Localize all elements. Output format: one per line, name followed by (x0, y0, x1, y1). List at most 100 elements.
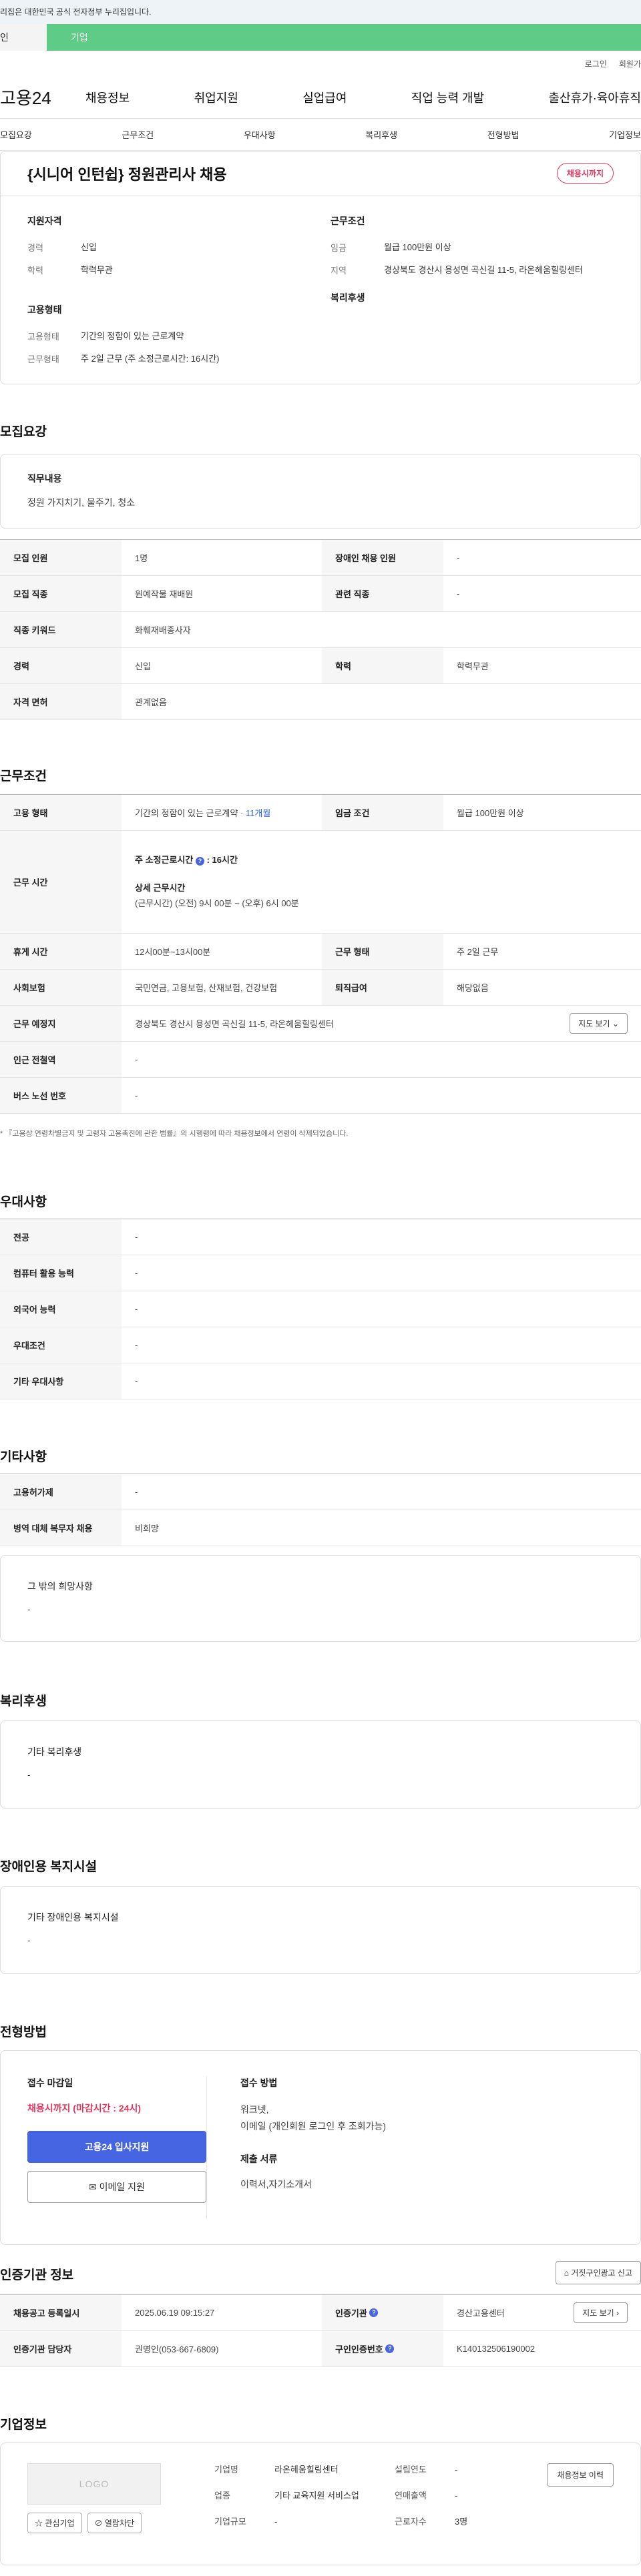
gnb-item-vocational-training[interactable]: 직업 능력 개발 (411, 89, 484, 106)
deadline-label: 접수 마감일 (27, 2077, 73, 2088)
mail-icon: ✉ (89, 2182, 97, 2192)
summary-header: {시니어 인턴쉽} 정원관리사 채용 채용시까지 (1, 151, 640, 196)
table-row: 자격 면허 관계없음 (0, 684, 641, 720)
gov-banner: 리집은 대한민국 공식 전자정부 누리집입니다. (0, 0, 641, 24)
block-view-button[interactable]: ⊘ 열람차단 (87, 2513, 142, 2533)
cert-table: 채용공고 등록일시 2025.06.19 09:15:27 인증기관 ? 경산고용… (0, 2294, 641, 2367)
summary-card: {시니어 인턴쉽} 정원관리사 채용 채용시까지 지원자격 경력 신입 학력 학력무… (0, 151, 641, 384)
company-col-1: 기업명 라온헤움힐링센터 업종 기타 교육지원 서비스업 기업규모 - (214, 2465, 359, 2527)
info-icon[interactable]: ? (195, 857, 204, 866)
anchor-recruit[interactable]: 모집요강 (0, 128, 32, 141)
table-row: 사회보험 국민연금, 고용보험, 산재보험, 건강보험 퇴직급여 해당없음 (0, 970, 641, 1006)
deadline-badge: 채용시까지 (556, 163, 614, 184)
site-logo[interactable]: 고용24 (0, 85, 85, 109)
apply-section-title: 전형방법 (0, 2025, 47, 2039)
table-row: 모집 인원 1명 장애인 채용 인원 - (0, 540, 641, 576)
deadline-value: 채용시까지 (마감시간 : 24시) (27, 2103, 142, 2114)
apply-box: 접수 마감일 채용시까지 (마감시간 : 24시) 고용24 입사지원 ✉ 이메… (0, 2050, 641, 2245)
summary-row: 지역 경상북도 경산시 용성면 곡신길 11-5, 라온헤움힐링센터 (331, 264, 583, 276)
cert-section-title: 인증기관 정보 (0, 2268, 74, 2282)
table-row: 직종 키워드 화훼재배종사자 (0, 612, 641, 648)
company-info: 기업명 라온헤움힐링센터 업종 기타 교육지원 서비스업 기업규모 - 설립연도 - 연… (214, 2463, 508, 2545)
join-link[interactable]: 회원가 (619, 58, 641, 69)
gnb-item-parental-leave[interactable]: 출산휴가·육아휴직 (549, 89, 641, 106)
summary-row: 경력 신입 (27, 242, 97, 253)
welfare-value: - (27, 1769, 31, 1780)
duty-label: 직무내용 (27, 473, 62, 484)
summary-row: 고용형태 기간의 정함이 있는 근로계약 (27, 331, 184, 342)
gnb-item-unemployment-benefit[interactable]: 실업급여 (302, 89, 347, 106)
member-type-tabs: 인 기업 (0, 24, 641, 51)
gnb-menu: 채용정보 취업지원 실업급여 직업 능력 개발 출산휴가·육아휴직 (85, 89, 641, 106)
job-history-button[interactable]: 채용정보 이력 (547, 2463, 614, 2487)
summary-row: 근무형태 주 2일 근무 (주 소정근로시간: 16시간) (27, 353, 220, 364)
method-value-2: 이메일 (개인회원 로그인 후 조회가능) (240, 2121, 387, 2132)
anchor-preference[interactable]: 우대사항 (244, 128, 276, 141)
company-logo: LOGO (27, 2463, 161, 2505)
apply-online-button[interactable]: 고용24 입사지원 (27, 2131, 206, 2163)
map-view-button[interactable]: 지도 보기 ⌄ (570, 1013, 628, 1034)
company-section-title: 기업정보 (0, 2418, 47, 2432)
apply-left: 접수 마감일 채용시까지 (마감시간 : 24시) 고용24 입사지원 ✉ 이메… (27, 2076, 206, 2219)
login-link[interactable]: 로그인 (585, 58, 607, 69)
section-anchor-nav: 모집요강 근무조건 우대사항 복리후생 전형방법 기업정보 (0, 119, 641, 151)
gnb-item-jobs[interactable]: 채용정보 (85, 89, 130, 106)
etc-section-title: 기타사항 (0, 1450, 47, 1464)
preference-table: 전공 - 컴퓨터 활용 능력 - 외국어 능력 - 우대조건 - 기타 우대사항 - (0, 1219, 641, 1399)
anchor-work[interactable]: 근무조건 (122, 128, 154, 141)
table-row: 인증기관 담당자 권명인(053-667-6809) 구인인증번호 ? K1401… (0, 2331, 641, 2367)
table-row: 버스 노선 번호 - (0, 1078, 641, 1114)
company-actions: ☆ 관심기업 ⊘ 열람차단 (27, 2513, 161, 2533)
job-title: {시니어 인턴쉽} 정원관리사 채용 (27, 166, 227, 183)
table-row: 병역 대체 복무자 채용 비희망 (0, 1510, 641, 1546)
other-wishes-box: 그 밖의 희망사항 - (0, 1555, 641, 1642)
info-icon[interactable]: ? (385, 2344, 395, 2353)
anchor-apply[interactable]: 전형방법 (487, 128, 519, 141)
table-row: 인근 전철역 - (0, 1042, 641, 1078)
company-col-2: 설립연도 - 연매출액 - 근로자수 3명 (395, 2465, 468, 2527)
welfare-label: 기타 복리후생 (27, 1746, 82, 1757)
recruit-section-title: 모집요강 (0, 425, 47, 439)
duty-value: 정원 가지치기, 물주기, 청소 (27, 497, 136, 508)
global-nav: 고용24 채용정보 취업지원 실업급여 직업 능력 개발 출산휴가·육아휴직 (0, 76, 641, 119)
docs-label: 제출 서류 (240, 2154, 278, 2165)
tab-company[interactable]: 기업 (47, 24, 641, 51)
method-label: 접수 방법 (240, 2077, 278, 2088)
docs-value: 이력서,자기소개서 (240, 2179, 312, 2190)
work-conditions-heading: 근무조건 (331, 216, 365, 226)
table-row: 고용허가제 - (0, 1474, 641, 1510)
anchor-company[interactable]: 기업정보 (609, 128, 641, 141)
apply-email-button[interactable]: ✉ 이메일 지원 (27, 2171, 206, 2203)
welfare-box: 기타 복리후생 - (0, 1720, 641, 1809)
star-icon: ☆ (35, 2519, 43, 2528)
chevron-right-icon: › (616, 2308, 619, 2318)
other-wishes-label: 그 밖의 희망사항 (27, 1581, 93, 1592)
preference-section-title: 우대사항 (0, 1195, 47, 1209)
company-box: LOGO ☆ 관심기업 ⊘ 열람차단 기업명 라온헤움힐링센터 업종 기타 교육지원… (0, 2443, 641, 2565)
table-row: 전공 - (0, 1219, 641, 1255)
table-row: 근무 시간 주 소정근로시간 ? : 16시간 상세 근무시간 (근무시간) (… (0, 831, 641, 934)
report-false-ad-button[interactable]: ⌂ 거짓구인광고 신고 (555, 2261, 641, 2284)
tab-individual[interactable]: 인 (0, 24, 47, 51)
summary-row: 학력 학력무관 (27, 264, 113, 276)
summary-left: 지원자격 경력 신입 학력 학력무관 고용형태 고용형태 기간의 정함이 있는 근로계… (27, 214, 310, 374)
disabled-value: - (27, 1935, 31, 1945)
gnb-item-employment-support[interactable]: 취업지원 (194, 89, 238, 106)
disabled-box: 기타 장애인용 복지시설 - (0, 1886, 641, 1974)
method-value-1: 워크넷, (240, 2104, 269, 2115)
qualification-heading: 지원자격 (27, 216, 62, 226)
age-notice: * 『고용상 연령차별금지 및 고령자 고용촉진에 관한 법률』의 시행령에 따… (0, 1130, 349, 1138)
disabled-section-title: 장애인용 복지시설 (0, 1860, 97, 1874)
table-row: 우대조건 - (0, 1327, 641, 1363)
block-icon: ⊘ (94, 2519, 103, 2528)
summary-right: 근무조건 임금 월급 100만원 이상 지역 경상북도 경산시 용성면 곡신길 11… (310, 214, 614, 374)
cert-map-button[interactable]: 지도 보기 › (574, 2302, 628, 2323)
etc-table: 고용허가제 - 병역 대체 복무자 채용 비희망 (0, 1474, 641, 1546)
chevron-down-icon: ⌄ (612, 1019, 619, 1028)
info-icon[interactable]: ? (369, 2308, 379, 2317)
interest-company-button[interactable]: ☆ 관심기업 (27, 2513, 82, 2533)
anchor-welfare[interactable]: 복리후생 (365, 128, 397, 141)
summary-body: 지원자격 경력 신입 학력 학력무관 고용형태 고용형태 기간의 정함이 있는 근로계… (1, 196, 640, 374)
house-icon: ⌂ (564, 2268, 569, 2278)
work-table: 고용 형태 기간의 정함이 있는 근로계약 · 11개월 임금 조건 월급 100… (0, 794, 641, 1114)
